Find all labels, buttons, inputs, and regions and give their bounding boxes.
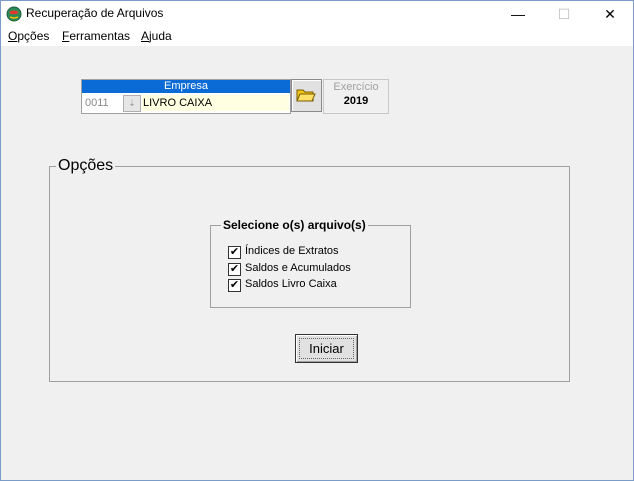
folder-open-icon: [296, 89, 316, 102]
menu-opcoes[interactable]: Opções: [8, 29, 49, 43]
opcoes-legend: Opções: [56, 157, 116, 175]
empresa-header: Empresa: [82, 80, 290, 93]
company-code-field[interactable]: 0011: [83, 95, 123, 111]
empresa-panel: Empresa 0011 ⇣ LIVRO CAIXA: [81, 79, 291, 114]
window-title: Recuperação de Arquivos: [26, 6, 164, 20]
checkbox-label: Saldos Livro Caixa: [245, 278, 337, 290]
app-globe-icon: [6, 6, 22, 22]
checkbox-label: Índices de Extratos: [245, 245, 339, 257]
close-button[interactable]: ✕: [587, 1, 633, 27]
files-legend: Selecione o(s) arquivo(s): [221, 218, 368, 232]
title-bar[interactable]: Recuperação de Arquivos — ☐ ✕: [1, 1, 633, 27]
exercicio-year: 2019: [343, 95, 369, 107]
minimize-button[interactable]: —: [495, 1, 541, 27]
exercicio-label: Exercício: [333, 81, 379, 93]
checkbox-check-icon[interactable]: ✔: [228, 263, 241, 276]
code-lookup-button[interactable]: ⇣: [123, 95, 141, 112]
maximize-button[interactable]: ☐: [541, 1, 587, 27]
checkbox-check-icon[interactable]: ✔: [228, 279, 241, 292]
checkbox-label: Saldos e Acumulados: [245, 262, 351, 274]
menu-ajuda[interactable]: Ajuda: [141, 29, 172, 43]
menu-ferramentas[interactable]: Ferramentas: [62, 29, 130, 43]
iniciar-button[interactable]: Iniciar: [295, 334, 358, 363]
checkbox-check-icon[interactable]: ✔: [228, 246, 241, 259]
open-folder-button[interactable]: [291, 79, 322, 112]
exercicio-panel: Exercício 2019: [323, 79, 389, 114]
menu-bar: Opções Ferramentas Ajuda: [1, 27, 633, 46]
company-name-field[interactable]: LIVRO CAIXA: [142, 95, 289, 111]
